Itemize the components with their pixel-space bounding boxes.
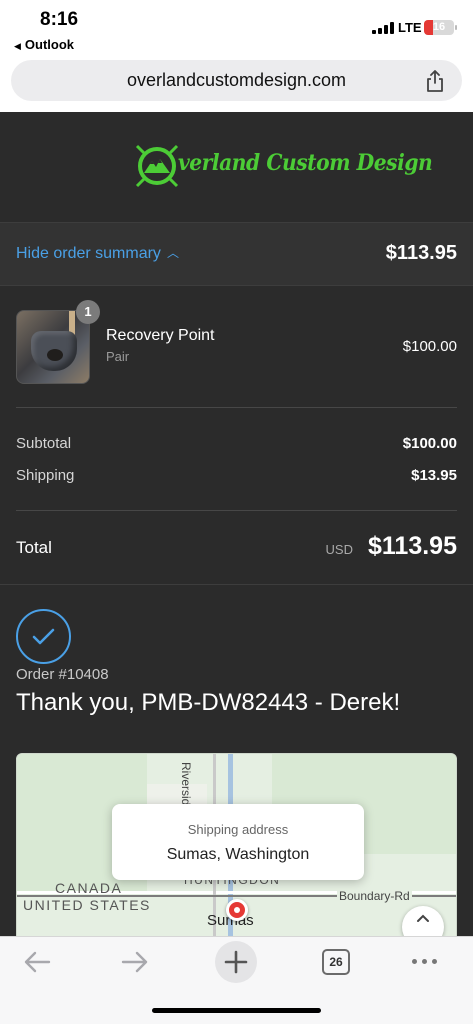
home-indicator bbox=[152, 1008, 321, 1013]
total-value: $113.95 bbox=[368, 532, 457, 560]
map-expand-button[interactable] bbox=[402, 906, 444, 936]
clock: 8:16 bbox=[40, 9, 79, 30]
shipping-map[interactable]: Riverside CANADA UNITED STATES HUNTINGDO… bbox=[16, 753, 457, 936]
shipping-value: $13.95 bbox=[411, 467, 457, 484]
order-number: Order #10408 bbox=[16, 666, 109, 683]
shipping-address-label: Shipping address bbox=[187, 822, 289, 837]
product-variant: Pair bbox=[106, 349, 130, 364]
back-arrow-icon[interactable] bbox=[22, 947, 52, 977]
network-type: LTE bbox=[398, 20, 422, 35]
subtotal-value: $100.00 bbox=[402, 435, 457, 452]
thank-you-heading: Thank you, PMB-DW82443 - Derek! bbox=[16, 689, 401, 716]
hide-order-summary-label: Hide order summary bbox=[16, 245, 161, 262]
total-label: Total bbox=[16, 538, 52, 557]
cellular-signal-icon bbox=[372, 22, 394, 34]
share-icon[interactable] bbox=[425, 70, 445, 92]
chevron-up-icon: ︿ bbox=[166, 246, 179, 260]
subtotal-label: Subtotal bbox=[16, 435, 72, 452]
divider bbox=[16, 510, 457, 511]
united-states-label: UNITED STATES bbox=[23, 897, 151, 913]
battery-tip bbox=[455, 25, 457, 30]
boundary-rd-label: Boundary-Rd bbox=[337, 889, 412, 903]
expand-arrows-icon bbox=[417, 914, 429, 922]
store-logo-text[interactable]: verland Custom Design bbox=[178, 150, 433, 176]
shipping-label: Shipping bbox=[16, 467, 75, 484]
total-currency: USD bbox=[325, 542, 353, 557]
order-summary-bar[interactable]: Hide order summary ︿ $113.95 bbox=[0, 222, 473, 286]
section-divider bbox=[0, 584, 473, 585]
store-header: verland Custom Design bbox=[0, 112, 473, 222]
address-bar[interactable]: overlandcustomdesign.com bbox=[11, 60, 462, 101]
summary-total: $113.95 bbox=[385, 242, 457, 264]
product-name: Recovery Point bbox=[106, 327, 215, 344]
url-text: overlandcustomdesign.com bbox=[126, 70, 347, 90]
status-bar: 8:16 ◀ Outlook LTE 16 bbox=[0, 0, 473, 56]
checkmark-icon bbox=[32, 628, 55, 645]
back-app-label: Outlook bbox=[24, 37, 75, 52]
web-content: verland Custom Design Hide order summary… bbox=[0, 112, 473, 936]
back-triangle-icon: ◀ bbox=[14, 41, 21, 51]
more-options-icon[interactable] bbox=[412, 959, 437, 964]
shipping-address-tooltip: Shipping address Sumas, Washington bbox=[112, 804, 364, 880]
battery-icon: 16 bbox=[424, 20, 454, 35]
new-tab-button[interactable] bbox=[215, 941, 257, 983]
hide-order-summary-toggle[interactable]: Hide order summary ︿ bbox=[16, 245, 179, 263]
order-confirmed-check bbox=[16, 609, 71, 664]
shipping-address-value: Sumas, Washington bbox=[166, 846, 310, 863]
location-pin-icon bbox=[226, 899, 248, 921]
canada-label: CANADA bbox=[55, 880, 123, 896]
plus-icon bbox=[224, 950, 248, 974]
divider bbox=[16, 407, 457, 408]
product-thumbnail bbox=[16, 310, 90, 384]
product-price: $100.00 bbox=[402, 338, 457, 355]
battery-level: 16 bbox=[432, 21, 446, 33]
tabs-button[interactable]: 26 bbox=[322, 949, 350, 975]
quantity-badge: 1 bbox=[76, 300, 100, 324]
forward-arrow-icon[interactable] bbox=[120, 947, 150, 977]
overland-logo-icon[interactable] bbox=[131, 140, 183, 192]
back-to-app-link[interactable]: ◀ Outlook bbox=[14, 37, 74, 52]
